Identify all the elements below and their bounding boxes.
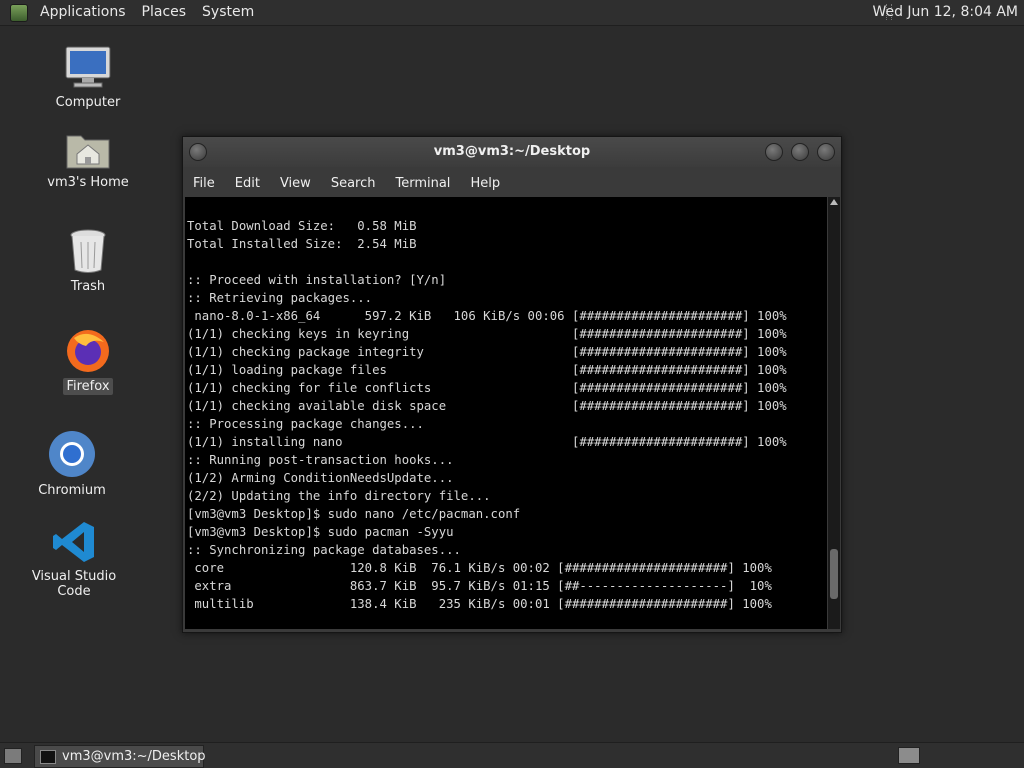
- menu-help[interactable]: Help: [460, 176, 510, 191]
- top-panel: Applications Places System Wed Jun 12, 8…: [0, 0, 1024, 26]
- terminal-line: Total Installed Size: 2.54 MiB: [187, 237, 417, 251]
- menu-places[interactable]: Places: [134, 0, 195, 25]
- desktop-icon-trash[interactable]: Trash: [48, 228, 128, 295]
- terminal-line: (1/1) installing nano [#################…: [187, 435, 787, 449]
- terminal-line: core 120.8 KiB 76.1 KiB/s 00:02 [#######…: [187, 561, 772, 575]
- menu-search[interactable]: Search: [321, 176, 386, 191]
- terminal-line: (1/1) checking package integrity [######…: [187, 345, 787, 359]
- terminal-line: :: Running post-transaction hooks...: [187, 453, 454, 467]
- terminal-line: :: Processing package changes...: [187, 417, 424, 431]
- desktop-icon-label: Chromium: [38, 483, 106, 498]
- terminal-line: :: Proceed with installation? [Y/n]: [187, 273, 447, 287]
- top-menu: Applications Places System: [32, 0, 262, 25]
- terminal-line: (1/2) Arming ConditionNeedsUpdate...: [187, 471, 454, 485]
- trash-icon: [68, 228, 108, 274]
- desktop-icon-label: Firefox: [63, 378, 113, 395]
- clock[interactable]: Wed Jun 12, 8:04 AM: [872, 0, 1018, 25]
- window-title: vm3@vm3:~/Desktop: [433, 144, 591, 159]
- window-titlebar[interactable]: vm3@vm3:~/Desktop: [183, 137, 841, 167]
- desktop-icon-label: Trash: [70, 279, 106, 294]
- menu-applications[interactable]: Applications: [32, 0, 134, 25]
- menu-view[interactable]: View: [270, 176, 321, 191]
- menu-edit[interactable]: Edit: [225, 176, 270, 191]
- maximize-icon[interactable]: [791, 143, 809, 161]
- computer-icon: [64, 44, 112, 90]
- home-folder-icon: [65, 128, 111, 170]
- scroll-up-arrow-icon[interactable]: [830, 199, 838, 205]
- desktop-icon-label: Visual Studio Code: [31, 569, 117, 599]
- desktop-icon-label: vm3's Home: [47, 175, 129, 190]
- terminal-window[interactable]: vm3@vm3:~/Desktop File Edit View Search …: [182, 136, 842, 633]
- chromium-icon: [48, 430, 96, 478]
- desktop-icon-vscode[interactable]: Visual Studio Code: [14, 520, 134, 600]
- scrollbar-thumb[interactable]: [830, 549, 838, 600]
- firefox-icon: [64, 326, 112, 374]
- show-desktop-icon[interactable]: [4, 748, 22, 764]
- terminal-line: (1/1) checking available disk space [###…: [187, 399, 787, 413]
- terminal-line: (2/2) Updating the info directory file..…: [187, 489, 491, 503]
- terminal-line: (1/1) checking for file conflicts [#####…: [187, 381, 787, 395]
- vscode-icon: [52, 520, 96, 564]
- bottom-panel: vm3@vm3:~/Desktop: [0, 742, 1024, 768]
- menu-terminal[interactable]: Terminal: [385, 176, 460, 191]
- terminal-menubar: File Edit View Search Terminal Help: [183, 169, 841, 197]
- terminal-icon: [40, 750, 56, 764]
- terminal-text[interactable]: Total Download Size: 0.58 MiB Total Insta…: [185, 197, 827, 613]
- terminal-line: (1/1) loading package files [###########…: [187, 363, 787, 377]
- window-menu-icon[interactable]: [189, 143, 207, 161]
- minimize-icon[interactable]: [765, 143, 783, 161]
- terminal-line: Total Download Size: 0.58 MiB: [187, 219, 417, 233]
- terminal-line: extra 863.7 KiB 95.7 KiB/s 01:15 [##----…: [187, 579, 772, 593]
- menu-file[interactable]: File: [183, 176, 225, 191]
- terminal-scrollbar[interactable]: [828, 197, 840, 629]
- desktop-icon-firefox[interactable]: Firefox: [48, 326, 128, 395]
- terminal-output[interactable]: Total Download Size: 0.58 MiB Total Insta…: [185, 197, 827, 629]
- terminal-line: :: Synchronizing package databases...: [187, 543, 461, 557]
- desktop-icon-label: Computer: [55, 95, 121, 110]
- desktop-icon-computer[interactable]: Computer: [48, 44, 128, 111]
- applications-menu-icon[interactable]: [10, 3, 28, 22]
- terminal-line: [vm3@vm3 Desktop]$ sudo nano /etc/pacman…: [187, 507, 521, 521]
- terminal-line: :: Retrieving packages...: [187, 291, 373, 305]
- workspace-switcher[interactable]: [898, 747, 920, 764]
- terminal-line: (1/1) checking keys in keyring [########…: [187, 327, 787, 341]
- terminal-line: [vm3@vm3 Desktop]$ sudo pacman -Syyu: [187, 525, 454, 539]
- taskbar-window-button[interactable]: vm3@vm3:~/Desktop: [34, 745, 206, 768]
- terminal-line: multilib 138.4 KiB 235 KiB/s 00:01 [####…: [187, 597, 772, 611]
- desktop-icon-chromium[interactable]: Chromium: [32, 430, 112, 499]
- terminal-line: nano-8.0-1-x86_64 597.2 KiB 106 KiB/s 00…: [187, 309, 787, 323]
- close-icon[interactable]: [817, 143, 835, 161]
- menu-system[interactable]: System: [194, 0, 262, 25]
- taskbar-window-label: vm3@vm3:~/Desktop: [62, 749, 206, 764]
- desktop-icon-home[interactable]: vm3's Home: [44, 128, 132, 191]
